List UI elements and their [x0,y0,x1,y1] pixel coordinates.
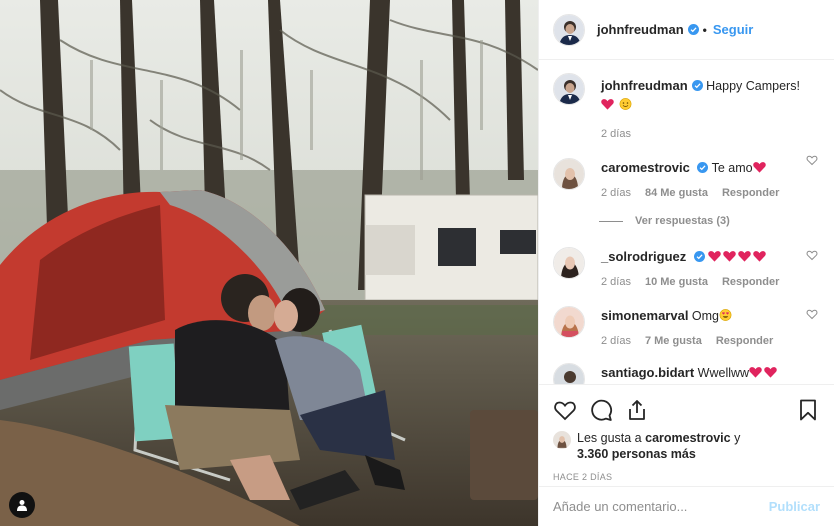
likes-user[interactable]: caromestrovic [645,431,730,445]
user-tag-icon [17,500,27,511]
red-heart-emoji-icon [753,251,766,262]
post-actions: Les gusta a caromestrovic y 3.360 person… [539,384,834,482]
smiling-face-emoji-icon [620,98,632,110]
comment-likes[interactable]: 10 Me gusta [645,276,708,288]
avatar[interactable] [553,431,571,449]
replies-divider [599,220,623,222]
bookmark-icon[interactable] [796,398,820,422]
red-heart-emoji-icon [708,251,721,262]
likes-others[interactable]: 3.360 personas más [577,447,696,461]
reply-button[interactable]: Responder [722,276,779,288]
comment-text: Wwellww [697,366,750,380]
comment-text: Te amo [711,161,753,175]
view-replies-button[interactable]: Ver respuestas (3) [599,215,820,227]
comment-likes[interactable]: 7 Me gusta [645,335,702,347]
avatar[interactable] [553,247,585,279]
like-comment-heart-icon[interactable] [806,154,818,166]
comments-list[interactable]: johnfreudman Happy Campers! 2 días carom… [539,61,834,384]
heart-emoji-group [708,250,768,264]
view-replies-label: Ver respuestas (3) [635,215,730,227]
caption-text: Happy Campers! [706,79,800,93]
like-comment-heart-icon[interactable] [806,308,818,320]
comment-username[interactable]: simonemarval [601,308,688,323]
red-heart-emoji-icon [738,251,751,262]
comment-username[interactable]: johnfreudman [601,78,688,93]
comment-age: 2 días [601,276,631,288]
comment-age: 2 días [601,128,631,140]
comment-username[interactable]: _solrodriguez [601,249,686,264]
avatar[interactable] [553,306,585,338]
comment-likes[interactable]: 84 Me gusta [645,187,708,199]
post-side-panel: johnfreudman • Seguir johnfreudman Happy… [538,0,834,526]
share-icon[interactable] [625,398,649,422]
camping-photo [0,0,538,526]
follow-button[interactable]: Seguir [713,22,753,37]
action-icons [553,397,820,423]
comment-username[interactable]: caromestrovic [601,160,690,175]
reply-button[interactable]: Responder [716,335,773,347]
comment-item: caromestrovic Te amo 2 días 84 Me gusta … [553,140,820,199]
verified-icon [693,251,705,262]
post-header: johnfreudman • Seguir [539,0,834,60]
post-age: HACE 2 DÍAS [553,472,613,482]
likes-summary: Les gusta a caromestrovic y 3.360 person… [553,430,820,462]
avatar[interactable] [553,73,585,105]
likes-prefix: Les gusta a [577,431,642,445]
red-heart-emoji-icon [752,162,766,173]
comment-item: santiago.bidart Wwellww [553,347,820,384]
comment-age: 2 días [601,187,631,199]
red-heart-emoji-icon [723,251,736,262]
likes-middle: y [730,431,741,445]
comment-icon[interactable] [589,398,613,422]
reply-button[interactable]: Responder [722,187,779,199]
add-comment-bar: Publicar [539,486,834,526]
comment-item: _solrodriguez 2 días 10 Me gusta Respond… [553,227,820,288]
user-tag-button[interactable] [9,492,35,518]
header-username[interactable]: johnfreudman [597,22,684,37]
comment-age: 2 días [601,335,631,347]
like-comment-heart-icon[interactable] [806,249,818,261]
caption-comment: johnfreudman Happy Campers! 2 días [553,61,820,140]
heart-icon[interactable] [553,398,577,422]
publish-button[interactable]: Publicar [769,499,820,514]
avatar[interactable] [553,363,585,384]
verified-icon [691,80,703,91]
comment-username[interactable]: santiago.bidart [601,365,694,380]
post-photo[interactable] [0,0,538,526]
red-heart-emoji-icon [601,99,614,110]
verified-icon [697,162,709,173]
red-heart-emoji-icon [764,367,777,378]
verified-icon [687,24,699,35]
red-heart-emoji-icon [749,367,762,378]
avatar[interactable] [553,13,585,46]
comment-item: simonemarval Omg 2 días 7 Me gusta Respo… [553,288,820,347]
comment-text: Omg [691,309,720,323]
heart-eyes-emoji-icon [719,309,732,321]
comment-input[interactable] [553,499,769,514]
separator-dot: • [702,22,707,37]
avatar[interactable] [553,158,585,190]
